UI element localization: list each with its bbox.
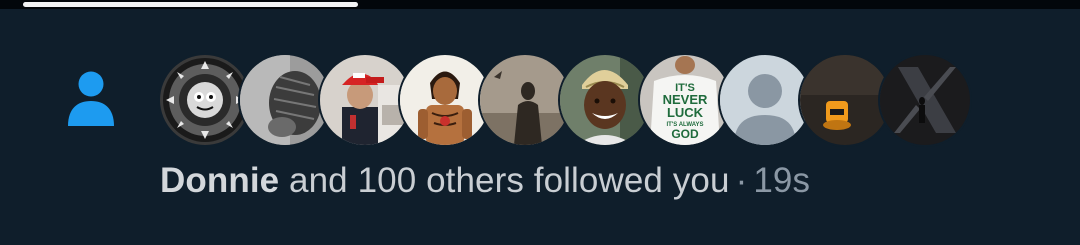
timestamp: 19s [753, 161, 811, 200]
progress-bar [23, 2, 358, 7]
top-status-bar [0, 0, 1080, 9]
notification-text: Donnie and 100 others followed you · 19s [160, 158, 810, 204]
separator-dot: · [735, 161, 748, 200]
notification-message: and 100 others followed you [289, 161, 730, 200]
shirt-line-3: LUCK [667, 105, 704, 120]
person-icon [68, 71, 114, 126]
shirt-line-5: GOD [671, 127, 699, 141]
actor-name[interactable]: Donnie [160, 161, 279, 200]
x-logo-avatar[interactable] [878, 53, 972, 147]
